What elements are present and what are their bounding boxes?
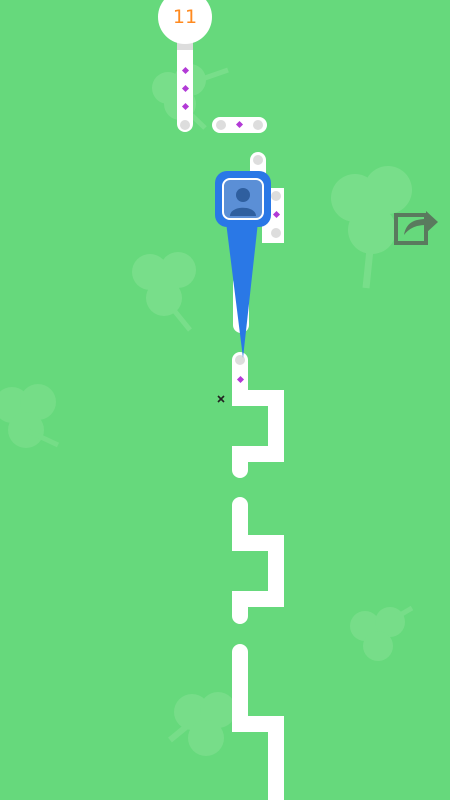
clover-icon (350, 605, 414, 661)
user-avatar-icon (222, 178, 264, 220)
path-segment (232, 644, 284, 800)
direction-pointer (226, 222, 258, 358)
share-button[interactable] (392, 201, 440, 249)
score-value: 11 (172, 6, 198, 28)
path-segment (232, 352, 284, 478)
clover-icon (168, 692, 236, 756)
game-stage[interactable]: 11 (0, 0, 450, 800)
share-icon (394, 211, 438, 245)
clover-icon (132, 252, 196, 332)
player-avatar[interactable] (215, 171, 271, 227)
path-segment (177, 40, 193, 132)
clover-icon (0, 384, 60, 448)
path-segment (232, 497, 284, 624)
game-scene (0, 40, 414, 800)
path-segment (212, 117, 267, 133)
crosshair-icon (217, 395, 225, 403)
